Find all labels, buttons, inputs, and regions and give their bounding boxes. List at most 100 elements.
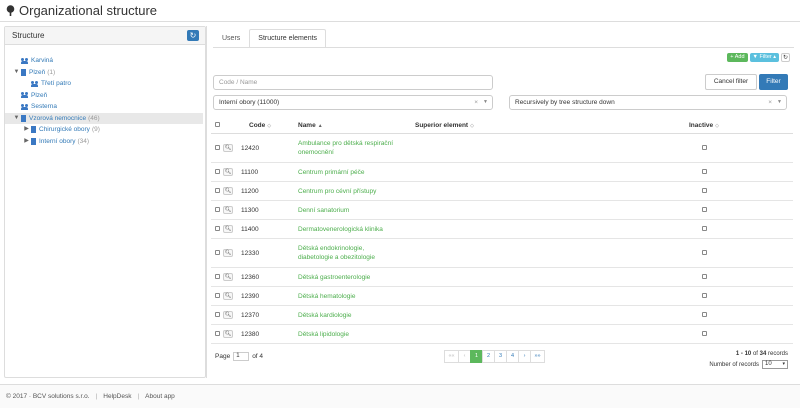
name-cell[interactable]: Centrum pro cévní přístupy [298, 187, 415, 196]
name-link[interactable]: Denní sanatorium [298, 206, 415, 215]
table-row[interactable]: 🔍︎ 12360 Dětská gastroenterologie [211, 268, 793, 287]
row-checkbox[interactable] [215, 187, 220, 193]
detail-search-icon[interactable]: 🔍︎ [223, 225, 233, 233]
row-checkbox[interactable] [215, 273, 220, 279]
select-all-checkbox[interactable] [215, 122, 220, 127]
table-row[interactable]: 🔍︎ 12380 Dětská lipidologie [211, 325, 793, 344]
tree-node[interactable]: ▼ Plzeň (1) [13, 67, 203, 79]
name-cell[interactable]: Dětská lipidologie [298, 330, 415, 339]
collapsed-toggle-icon[interactable]: ▶ [23, 124, 30, 136]
tree-node-label[interactable]: Plzeň [29, 67, 45, 79]
name-link[interactable]: Dětská gastroenterologie [298, 273, 415, 282]
name-cell[interactable]: Dětská gastroenterologie [298, 273, 415, 282]
row-checkbox[interactable] [215, 206, 220, 212]
tree-node-label[interactable]: Třetí patro [41, 78, 71, 90]
row-checkbox[interactable] [215, 225, 220, 231]
tree-node-label[interactable]: Vzorová nemocnice [29, 113, 86, 125]
name-link[interactable]: Dětská kardiologie [298, 311, 415, 320]
name-cell[interactable]: Ambulance pro dětská respirační onemocněn… [298, 139, 415, 157]
refresh-icon[interactable]: ↻ [781, 53, 790, 62]
row-checkbox[interactable] [215, 144, 220, 150]
row-checkbox[interactable] [215, 311, 220, 317]
name-link[interactable]: onemocnění [298, 148, 415, 157]
detail-search-icon[interactable]: 🔍︎ [223, 249, 233, 257]
records-per-page-select[interactable]: 10 [762, 360, 788, 369]
code-column-header[interactable]: Code ◇ [237, 122, 298, 129]
detail-search-icon[interactable]: 🔍︎ [223, 292, 233, 300]
name-link[interactable]: Ambulance pro dětská respirační [298, 139, 415, 148]
search-input[interactable]: Code / Name [213, 75, 493, 90]
name-cell[interactable]: Dětská hematologie [298, 292, 415, 301]
row-checkbox[interactable] [215, 249, 220, 255]
row-checkbox[interactable] [215, 292, 220, 298]
cancel-filter-button[interactable]: Cancel filter [705, 74, 757, 90]
tree-node-label[interactable]: Interní obory [39, 136, 76, 148]
table-row[interactable]: 🔍︎ 11400 Dermatovenerologická klinika [211, 220, 793, 239]
superior-column-header[interactable]: Superior element ◇ [415, 122, 615, 129]
pagination-button[interactable]: «« [444, 350, 459, 363]
detail-search-icon[interactable]: 🔍︎ [223, 168, 233, 176]
apply-filter-button[interactable]: Filter [759, 74, 788, 90]
helpdesk-link[interactable]: HelpDesk [103, 393, 131, 400]
name-link[interactable]: Dermatovenerologická klinika [298, 225, 415, 234]
detail-search-icon[interactable]: 🔍︎ [223, 311, 233, 319]
filter-toggle-button[interactable]: ▼ Filter ▴ [749, 53, 779, 62]
tree-node[interactable]: Třetí patro [13, 78, 203, 90]
tree-node[interactable]: Plzeň [13, 90, 203, 102]
tree-node-label[interactable]: Sesterna [31, 101, 57, 113]
expanded-toggle-icon[interactable]: ▼ [13, 113, 20, 125]
structure-elements-table: Code ◇ Name ▲ Superior element ◇ Inactive ◇ … [211, 118, 793, 344]
table-row[interactable]: 🔍︎ 11200 Centrum pro cévní přístupy [211, 182, 793, 201]
name-link[interactable]: Centrum pro cévní přístupy [298, 187, 415, 196]
add-button[interactable]: + Add [727, 53, 748, 62]
detail-search-icon[interactable]: 🔍︎ [223, 330, 233, 338]
name-link[interactable]: Dětská hematologie [298, 292, 415, 301]
table-row[interactable]: 🔍︎ 12330 Dětská endokrinologie, diabetologi… [211, 239, 793, 268]
detail-search-icon[interactable]: 🔍︎ [223, 144, 233, 152]
name-column-header[interactable]: Name ▲ [298, 122, 415, 129]
tree-node[interactable]: Sesterna [13, 101, 203, 113]
pagination-button[interactable]: »» [530, 350, 545, 363]
recursion-select[interactable]: Recursively by tree structure down × ▼ [509, 95, 787, 110]
refresh-structure-button[interactable]: ↻ [187, 30, 199, 41]
tree-node-label[interactable]: Karviná [31, 55, 53, 67]
chevron-down-icon[interactable]: ▼ [483, 96, 488, 109]
chevron-down-icon[interactable]: ▼ [777, 96, 782, 109]
table-row[interactable]: 🔍︎ 11300 Denní sanatorium [211, 201, 793, 220]
tab-users[interactable]: Users [213, 29, 249, 48]
name-cell[interactable]: Dermatovenerologická klinika [298, 225, 415, 234]
tree-node-label[interactable]: Chirurgické obory [39, 124, 90, 136]
collapsed-toggle-icon[interactable]: ▶ [23, 136, 30, 148]
clear-icon[interactable]: × [474, 96, 478, 109]
tree-node-label[interactable]: Plzeň [31, 90, 47, 102]
row-checkbox[interactable] [215, 168, 220, 174]
expanded-toggle-icon[interactable]: ▼ [13, 67, 20, 79]
name-link[interactable]: Centrum primární péče [298, 168, 415, 177]
tree-node[interactable]: ▶ Interní obory (34) [13, 136, 203, 148]
name-link[interactable]: Dětská endokrinologie, [298, 244, 415, 253]
inactive-column-header[interactable]: Inactive ◇ [615, 122, 793, 129]
tree-node[interactable]: ▶ Chirurgické obory (9) [13, 124, 203, 136]
tab-structure-elements[interactable]: Structure elements [249, 29, 327, 48]
name-link[interactable]: diabetologie a obezitologie [298, 253, 415, 262]
detail-search-icon[interactable]: 🔍︎ [223, 273, 233, 281]
name-cell[interactable]: Centrum primární péče [298, 168, 415, 177]
table-row[interactable]: 🔍︎ 12420 Ambulance pro dětská respirační on… [211, 134, 793, 163]
row-checkbox[interactable] [215, 330, 220, 336]
name-cell[interactable]: Denní sanatorium [298, 206, 415, 215]
name-cell[interactable]: Dětská endokrinologie, diabetologie a obe… [298, 244, 415, 262]
about-link[interactable]: About app [145, 393, 175, 400]
page-number-input[interactable]: 1 [233, 352, 250, 361]
table-row[interactable]: 🔍︎ 12390 Dětská hematologie [211, 287, 793, 306]
name-cell[interactable]: Dětská kardiologie [298, 311, 415, 320]
parent-element-select[interactable]: Interní obory (11000) × ▼ [213, 95, 493, 110]
tree-node[interactable]: Karviná [13, 55, 203, 67]
tree-node-count: (1) [47, 68, 56, 76]
detail-search-icon[interactable]: 🔍︎ [223, 206, 233, 214]
table-row[interactable]: 🔍︎ 11100 Centrum primární péče [211, 163, 793, 182]
tree-node[interactable]: ▼ Vzorová nemocnice (46) [5, 112, 203, 125]
clear-icon[interactable]: × [768, 96, 772, 109]
name-link[interactable]: Dětská lipidologie [298, 330, 415, 339]
detail-search-icon[interactable]: 🔍︎ [223, 187, 233, 195]
table-row[interactable]: 🔍︎ 12370 Dětská kardiologie [211, 306, 793, 325]
